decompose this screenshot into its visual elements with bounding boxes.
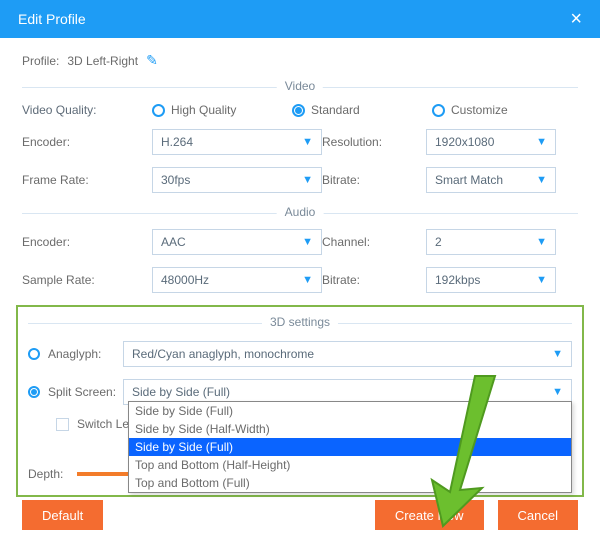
profile-row: Profile: 3D Left-Right ✎ xyxy=(22,52,578,69)
chevron-down-icon: ▼ xyxy=(536,136,547,148)
three-d-section-label: 3D settings xyxy=(262,315,338,329)
radio-split-screen[interactable]: Split Screen: xyxy=(28,385,123,399)
switch-left-checkbox[interactable]: Switch Left xyxy=(56,417,136,431)
audio-samplerate-combo[interactable]: 48000Hz▼ xyxy=(152,267,322,293)
radio-high-quality[interactable]: High Quality xyxy=(152,103,292,117)
audio-encoder-label: Encoder: xyxy=(22,235,152,249)
video-bitrate-combo[interactable]: Smart Match▼ xyxy=(426,167,556,193)
dropdown-option[interactable]: Top and Bottom (Half-Height) xyxy=(129,456,571,474)
close-icon[interactable]: × xyxy=(570,8,582,31)
audio-channel-combo[interactable]: 2▼ xyxy=(426,229,556,255)
dropdown-option[interactable]: Top and Bottom (Full) xyxy=(129,474,571,492)
video-quality-label: Video Quality: xyxy=(22,103,152,117)
chevron-down-icon: ▼ xyxy=(302,236,313,248)
audio-encoder-combo[interactable]: AAC▼ xyxy=(152,229,322,255)
chevron-down-icon: ▼ xyxy=(536,274,547,286)
video-encoder-combo[interactable]: H.264▼ xyxy=(152,129,322,155)
footer-buttons: Default Create New Cancel xyxy=(22,500,578,530)
audio-samplerate-label: Sample Rate: xyxy=(22,273,152,287)
dropdown-option-selected[interactable]: Side by Side (Full) xyxy=(129,438,571,456)
video-encoder-row: Encoder: H.264▼ Resolution: 1920x1080▼ xyxy=(22,129,578,155)
video-framerate-label: Frame Rate: xyxy=(22,173,152,187)
profile-label: Profile: xyxy=(22,54,59,68)
video-section-separator: Video xyxy=(22,79,578,95)
create-new-button[interactable]: Create New xyxy=(375,500,484,530)
video-section-label: Video xyxy=(277,79,323,93)
anaglyph-row: Anaglyph: Red/Cyan anaglyph, monochrome▼ xyxy=(28,341,572,367)
audio-bitrate-label: Bitrate: xyxy=(322,273,426,287)
video-framerate-combo[interactable]: 30fps▼ xyxy=(152,167,322,193)
audio-channel-label: Channel: xyxy=(322,235,426,249)
default-button[interactable]: Default xyxy=(22,500,103,530)
chevron-down-icon: ▼ xyxy=(536,174,547,186)
split-screen-dropdown-list[interactable]: Side by Side (Full) Side by Side (Half-W… xyxy=(128,401,572,493)
radio-anaglyph[interactable]: Anaglyph: xyxy=(28,347,123,361)
video-framerate-row: Frame Rate: 30fps▼ Bitrate: Smart Match▼ xyxy=(22,167,578,193)
audio-section-label: Audio xyxy=(277,205,324,219)
title-bar: Edit Profile × xyxy=(0,0,600,38)
audio-encoder-row: Encoder: AAC▼ Channel: 2▼ xyxy=(22,229,578,255)
chevron-down-icon: ▼ xyxy=(536,236,547,248)
anaglyph-combo[interactable]: Red/Cyan anaglyph, monochrome▼ xyxy=(123,341,572,367)
chevron-down-icon: ▼ xyxy=(302,136,313,148)
chevron-down-icon: ▼ xyxy=(552,348,563,360)
audio-samplerate-row: Sample Rate: 48000Hz▼ Bitrate: 192kbps▼ xyxy=(22,267,578,293)
video-bitrate-label: Bitrate: xyxy=(322,173,426,187)
video-quality-row: Video Quality: High Quality Standard Cus… xyxy=(22,103,578,117)
video-resolution-combo[interactable]: 1920x1080▼ xyxy=(426,129,556,155)
three-d-settings-box: 3D settings Anaglyph: Red/Cyan anaglyph,… xyxy=(16,305,584,497)
chevron-down-icon: ▼ xyxy=(552,386,563,398)
content-area: Profile: 3D Left-Right ✎ Video Video Qua… xyxy=(0,38,600,497)
dropdown-option[interactable]: Side by Side (Half-Width) xyxy=(129,420,571,438)
chevron-down-icon: ▼ xyxy=(302,174,313,186)
audio-section-separator: Audio xyxy=(22,205,578,221)
video-resolution-label: Resolution: xyxy=(322,135,426,149)
edit-icon[interactable]: ✎ xyxy=(146,52,158,69)
video-encoder-label: Encoder: xyxy=(22,135,152,149)
chevron-down-icon: ▼ xyxy=(302,274,313,286)
dropdown-header: Side by Side (Full) xyxy=(129,402,571,420)
depth-label: Depth: xyxy=(28,467,63,481)
window-title: Edit Profile xyxy=(18,11,86,27)
radio-customize[interactable]: Customize xyxy=(432,103,572,117)
audio-bitrate-combo[interactable]: 192kbps▼ xyxy=(426,267,556,293)
cancel-button[interactable]: Cancel xyxy=(498,500,578,530)
radio-standard[interactable]: Standard xyxy=(292,103,432,117)
profile-value: 3D Left-Right xyxy=(67,54,138,68)
three-d-section-separator: 3D settings xyxy=(28,315,572,331)
